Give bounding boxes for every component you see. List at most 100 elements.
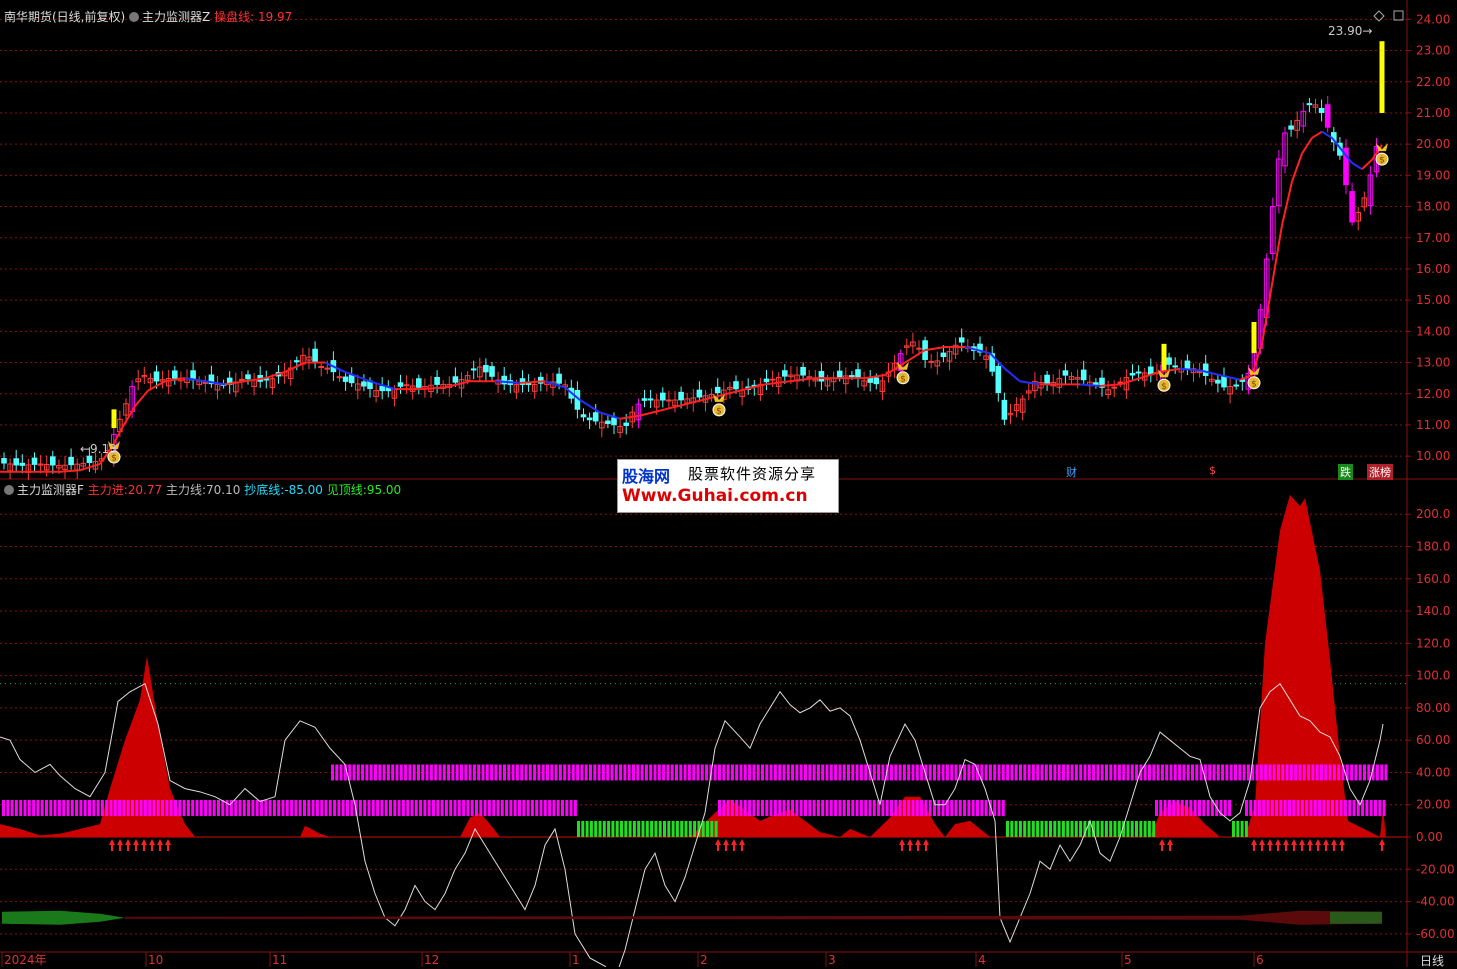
green-bar-row bbox=[675, 820, 679, 837]
event-tag-zhangbang[interactable]: 涨榜 bbox=[1367, 464, 1393, 480]
main-y-tick-label: 20.00 bbox=[1416, 137, 1450, 151]
op-line-segment bbox=[284, 361, 306, 373]
magenta-bar-row-upper bbox=[425, 764, 429, 781]
magenta-bar-row-upper bbox=[1298, 764, 1302, 781]
candle-body bbox=[873, 377, 880, 385]
magenta-bar-row-upper bbox=[369, 764, 373, 781]
magenta-bar-row-lower bbox=[324, 799, 328, 816]
magenta-bar-row-upper bbox=[472, 764, 476, 781]
magenta-bar-row-lower bbox=[1249, 799, 1253, 816]
magenta-bar-row-upper bbox=[382, 764, 386, 781]
candle-body bbox=[397, 382, 404, 387]
magenta-bar-row-lower bbox=[1283, 799, 1287, 816]
sub-indicator-name[interactable]: 主力监测器F bbox=[17, 483, 84, 497]
magenta-bar-row-upper bbox=[601, 764, 605, 781]
candle-body bbox=[611, 417, 617, 426]
symbol-title[interactable]: 南华期货(日线,前复权) bbox=[4, 10, 125, 24]
green-bar-row bbox=[1023, 820, 1027, 837]
magenta-bar-row-upper bbox=[331, 764, 334, 781]
magenta-bar-row-lower bbox=[1189, 799, 1193, 816]
magenta-bar-row-lower bbox=[976, 799, 979, 816]
magenta-bar-row-lower bbox=[859, 799, 863, 816]
magenta-bar-row-lower bbox=[100, 799, 104, 816]
magenta-bar-row-upper bbox=[1173, 764, 1177, 781]
magenta-bar-row-upper bbox=[933, 764, 936, 781]
magenta-bar-row-upper bbox=[404, 764, 408, 781]
magenta-bar-row-lower bbox=[6, 799, 10, 816]
main-indicator-name[interactable]: 主力监测器Z bbox=[142, 10, 210, 24]
magenta-bar-row-lower bbox=[756, 799, 760, 816]
candle-body bbox=[403, 384, 410, 387]
magenta-bar-row-lower bbox=[118, 799, 122, 816]
magenta-bar-row-upper bbox=[1156, 764, 1160, 781]
magenta-bar-row-upper bbox=[1126, 764, 1130, 781]
magenta-bar-row-lower bbox=[92, 799, 96, 816]
x-tick-label: 11 bbox=[272, 953, 287, 967]
main-line-value: 70.10 bbox=[206, 483, 241, 497]
magenta-bar-row-lower bbox=[174, 799, 177, 816]
green-bar-row bbox=[1057, 820, 1061, 837]
magenta-bar-row-upper bbox=[769, 764, 773, 781]
magenta-bar-row-upper bbox=[378, 764, 382, 781]
magenta-bar-row-lower bbox=[436, 799, 440, 816]
candle-body bbox=[13, 458, 19, 466]
op-line-segment bbox=[599, 411, 621, 420]
up-arrow-icon bbox=[739, 839, 745, 852]
magenta-bar-row-upper bbox=[713, 764, 717, 781]
magenta-bar-row-upper bbox=[563, 764, 567, 781]
magenta-bar-row-upper bbox=[816, 764, 820, 781]
magenta-bar-row-lower bbox=[569, 799, 573, 816]
candle-body bbox=[86, 455, 93, 463]
green-bar-row bbox=[645, 820, 649, 837]
magenta-bar-row-upper bbox=[610, 764, 614, 781]
magenta-bar-row-upper bbox=[614, 764, 618, 781]
indicator-toggle-icon[interactable] bbox=[129, 12, 140, 22]
event-tag-dollar[interactable]: $ bbox=[1207, 464, 1218, 477]
candle-body bbox=[1349, 191, 1355, 223]
magenta-bar-row-lower bbox=[726, 799, 730, 816]
magenta-bar-row-lower bbox=[890, 799, 893, 816]
magenta-bar-row-lower bbox=[14, 799, 18, 816]
event-tag-cai[interactable]: 财 bbox=[1064, 464, 1079, 480]
magenta-bar-row-lower bbox=[389, 799, 392, 816]
magenta-bar-row-upper bbox=[773, 764, 777, 781]
event-tag-die[interactable]: 跌 bbox=[1338, 464, 1353, 480]
magenta-bar-row-upper bbox=[1242, 764, 1246, 781]
magenta-bar-row-upper bbox=[683, 764, 687, 781]
magenta-bar-row-upper bbox=[752, 764, 756, 781]
magenta-bar-row-lower bbox=[186, 799, 190, 816]
period-label[interactable]: 日线 bbox=[1420, 952, 1444, 969]
magenta-bar-row-upper bbox=[1302, 764, 1306, 781]
green-bar-row bbox=[1018, 820, 1022, 837]
up-arrow-icon bbox=[1379, 839, 1385, 852]
magenta-bar-row-lower bbox=[328, 799, 332, 816]
magenta-bar-row-lower bbox=[470, 799, 474, 816]
magenta-bar-row-lower bbox=[148, 799, 152, 816]
magenta-bar-row-lower bbox=[1270, 799, 1274, 816]
magenta-bar-row-lower bbox=[530, 799, 534, 816]
magenta-bar-row-upper bbox=[838, 764, 842, 781]
magenta-bar-row-lower bbox=[997, 799, 1001, 816]
magenta-bar-row-upper bbox=[881, 764, 885, 781]
magenta-bar-row-upper bbox=[498, 764, 502, 781]
magenta-bar-row-upper bbox=[541, 764, 545, 781]
magenta-bar-row-upper bbox=[1307, 764, 1311, 781]
magenta-bar-row-upper bbox=[687, 764, 691, 781]
green-bar-row bbox=[598, 820, 602, 837]
candle-body bbox=[995, 365, 1002, 394]
magenta-bar-row-upper bbox=[391, 764, 395, 781]
magenta-bar-row-lower bbox=[294, 799, 298, 816]
magenta-bar-row-upper bbox=[567, 764, 571, 781]
magenta-bar-row-upper bbox=[558, 764, 562, 781]
magenta-bar-row-lower bbox=[367, 799, 371, 816]
magenta-bar-row-upper bbox=[477, 764, 481, 781]
sub-indicator-toggle-icon[interactable] bbox=[4, 485, 14, 495]
op-line-segment bbox=[1291, 153, 1303, 182]
magenta-bar-row-lower bbox=[812, 799, 816, 816]
magenta-bar-row-lower bbox=[778, 799, 782, 816]
yellow-signal-candle bbox=[1161, 343, 1167, 372]
magenta-bar-row-lower bbox=[804, 799, 807, 816]
candle-body bbox=[1233, 384, 1240, 387]
magenta-bar-row-upper bbox=[756, 764, 760, 781]
magenta-bar-row-lower bbox=[954, 799, 958, 816]
